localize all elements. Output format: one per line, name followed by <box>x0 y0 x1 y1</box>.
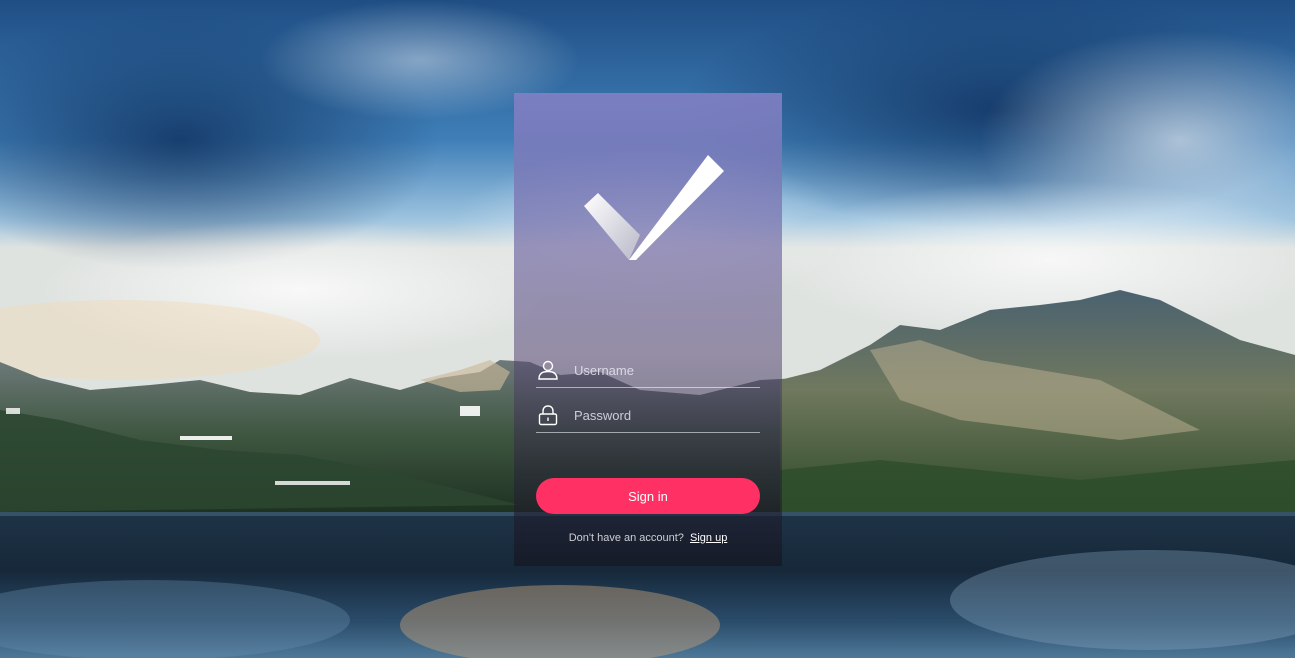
login-card: Sign in Don't have an account? Sign up <box>514 93 782 566</box>
sign-up-link[interactable]: Sign up <box>690 532 727 544</box>
username-field[interactable] <box>536 353 760 388</box>
sign-in-button[interactable]: Sign in <box>536 478 760 514</box>
signup-prompt: Don't have an account? Sign up <box>514 532 782 544</box>
no-account-text: Don't have an account? <box>568 532 684 544</box>
checkmark-logo-icon <box>584 153 724 263</box>
password-input[interactable] <box>574 407 754 423</box>
lock-icon <box>536 403 560 427</box>
username-input[interactable] <box>574 362 754 378</box>
login-page: Sign in Don't have an account? Sign up <box>0 0 1295 658</box>
user-icon <box>536 358 560 382</box>
password-field[interactable] <box>536 398 760 433</box>
